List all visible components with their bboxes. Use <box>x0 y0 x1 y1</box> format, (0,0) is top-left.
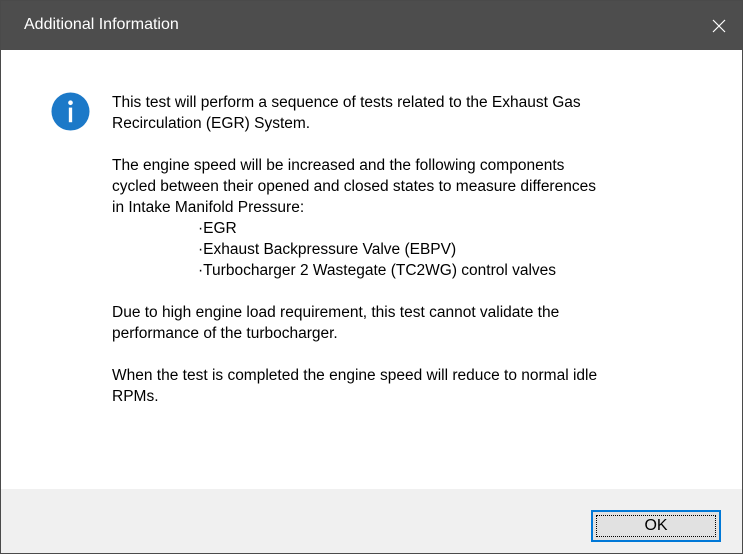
bullet-item: ·Turbocharger 2 Wastegate (TC2WG) contro… <box>198 262 557 279</box>
message-line: When the test is completed the engine sp… <box>112 367 598 384</box>
message-text: This test will perform a sequence of tes… <box>112 92 732 407</box>
message-line: This test will perform a sequence of tes… <box>112 94 581 111</box>
message-line: RPMs. <box>112 388 159 405</box>
title-bar[interactable]: Additional Information <box>1 1 742 50</box>
close-button[interactable] <box>696 1 742 50</box>
message-line: cycled between their opened and closed s… <box>112 178 596 195</box>
message-line: Due to high engine load requirement, thi… <box>112 304 560 321</box>
message-line: Recirculation (EGR) System. <box>112 115 311 132</box>
message-line: in Intake Manifold Pressure: <box>112 199 305 216</box>
button-bar: OK <box>1 489 742 553</box>
bullet-item: ·EGR <box>198 220 237 237</box>
ok-button-label: OK <box>644 517 668 534</box>
window-title: Additional Information <box>24 16 179 33</box>
info-icon <box>51 92 90 131</box>
bullet-item: ·Exhaust Backpressure Valve (EBPV) <box>198 241 457 258</box>
dialog-window: Additional Information This test will pe… <box>0 0 743 554</box>
ok-button[interactable]: OK <box>591 510 721 542</box>
message-line: performance of the turbocharger. <box>112 325 338 342</box>
message-line: The engine speed will be increased and t… <box>112 157 565 174</box>
close-icon <box>712 19 726 32</box>
